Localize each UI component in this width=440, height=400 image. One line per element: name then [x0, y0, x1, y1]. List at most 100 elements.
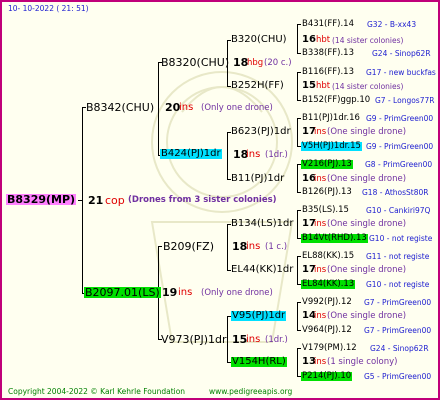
fm-id: B424(PJ)1dr [160, 148, 222, 159]
mother-node[interactable]: B2097.01(LS) [84, 287, 161, 298]
ancestor-note: G5 - PrimGreen00 [364, 372, 432, 381]
ancestor-note: G9 - PrimGreen00 [366, 114, 434, 123]
mmm-suffix: ins [314, 357, 327, 367]
queen-suffix: cop [105, 194, 125, 207]
ancestor-note: G24 - Sinop62R [372, 49, 431, 58]
ancestor-note: G10 - not registe [366, 280, 430, 289]
mfm-node[interactable]: EL44(KK)1dr [231, 265, 293, 275]
mm-node[interactable]: V973(PJ)1dr [161, 334, 226, 345]
connector [78, 200, 83, 201]
ancestor-note: G17 - new buckfas [366, 68, 436, 77]
connector [227, 316, 228, 362]
ancestor-node[interactable]: B116(FF).13 [302, 68, 354, 77]
fmm-note: (One single drone) [327, 174, 407, 184]
mm-suffix: ins [246, 334, 261, 345]
fm-note: (1dr.) [265, 150, 288, 160]
ancestor-node[interactable]: EL84(KK).13 [301, 279, 356, 289]
connector [297, 53, 301, 54]
ancestor-node[interactable]: V179(PM).12 [302, 344, 357, 353]
connector [297, 210, 298, 238]
fmm-suffix: ins [314, 174, 327, 184]
mmf-node[interactable]: V95(PJ)1dr [231, 311, 287, 321]
mf-note: (1 c.) [265, 242, 288, 252]
ancestor-node[interactable]: B338(FF).13 [302, 49, 354, 58]
connector [297, 72, 301, 73]
date-stamp: 10- 10-2022 ( 21: 51) [8, 4, 89, 13]
ancestor-note: G8 - PrimGreen00 [365, 160, 433, 169]
father-suffix: ins [179, 102, 194, 113]
connector [297, 24, 298, 53]
connector [227, 132, 228, 179]
ancestor-node[interactable]: B35(LS).15 [302, 206, 349, 215]
connector [297, 256, 298, 284]
connector [297, 348, 301, 349]
ancestor-node[interactable]: B126(PJ).13 [302, 188, 352, 197]
mmm-node[interactable]: V154H(RL) [231, 357, 287, 367]
ancestor-note: G10 - Cankiri97Q [366, 206, 431, 215]
fmm-node[interactable]: B11(PJ)1dr [231, 174, 284, 184]
mmm-note: (1 single colony) [327, 357, 398, 367]
mother-year: 19 [162, 286, 178, 299]
ancestor-note: G18 - AthosSt80R [362, 188, 429, 197]
mfm-suffix: ins [314, 265, 327, 275]
connector [297, 118, 298, 146]
fm-suffix: ins [246, 149, 261, 160]
ffm-year: 15 [302, 80, 316, 91]
ffm-note: (14 sister colonies) [332, 82, 404, 91]
ancestor-node[interactable]: V5H(PJ)1dr.15 [301, 142, 362, 151]
fff-note: (14 sister colonies) [332, 36, 404, 45]
mf-node[interactable]: B209(FZ) [163, 241, 214, 252]
mff-node[interactable]: B134(LS)1dr [231, 219, 294, 229]
connector [227, 224, 228, 270]
father-node[interactable]: B8342(CHU) [86, 102, 154, 113]
mff-suffix: ins [314, 219, 327, 229]
connector [297, 302, 298, 330]
mm-note: (1dr.) [265, 335, 288, 345]
ancestor-node[interactable]: V964(PJ).12 [302, 326, 352, 335]
connector [297, 192, 301, 193]
copyright-text: Copyright 2004-2022 © Karl Kehrle Founda… [8, 387, 186, 396]
mother-note: (Only one drone) [201, 288, 273, 298]
ancestor-node[interactable]: B431(FF).14 [302, 20, 354, 29]
ancestor-note: G9 - PrimGreen00 [366, 142, 434, 151]
ancestor-node[interactable]: B11(PJ)1dr.16 [302, 114, 360, 123]
ancestor-node[interactable]: V992(PJ).12 [302, 298, 352, 307]
ancestor-node[interactable]: V216(PJ).13 [301, 160, 353, 169]
website-link[interactable]: www.pedigreeapis.org [209, 388, 292, 396]
ancestor-note: G7 - PrimGreen00 [364, 326, 432, 335]
connector [297, 164, 298, 192]
ancestor-note: G24 - Sinop62R [370, 344, 429, 353]
connector [158, 62, 159, 155]
fmf-suffix: ins [314, 127, 327, 137]
mf-suffix: ins [246, 241, 261, 252]
ancestor-note: G7 - PrimGreen00 [364, 298, 432, 307]
fff-year: 16 [302, 34, 316, 45]
mmf-suffix: ins [314, 311, 327, 321]
connector [297, 24, 301, 25]
fmf-node[interactable]: B623(PJ)1dr [231, 127, 291, 137]
fm-node[interactable]: B424(PJ)1dr [160, 149, 222, 159]
ancestor-node[interactable]: EL88(KK).15 [302, 252, 354, 261]
connector [297, 72, 298, 100]
ancestor-node[interactable]: B152(FF)ggp.10 [302, 96, 370, 105]
queen-note: (Drones from 3 sister colonies) [128, 195, 277, 205]
ancestor-note: G32 - B-xx43 [367, 20, 417, 29]
ancestor-node[interactable]: B14Vt(RHD).13 [301, 234, 368, 243]
ancestor-node[interactable]: P214(PJ).10 [301, 372, 353, 381]
mmm-id: V154H(RL) [231, 356, 287, 367]
ffm-node[interactable]: B252H(FF) [231, 81, 284, 91]
ancestor-note: G7 - Longos77R [375, 96, 435, 105]
pedigree-chart: 10- 10-2022 ( 21: 51) B8329(MP) 21 cop (… [0, 0, 440, 400]
connector [297, 256, 301, 257]
fff-node[interactable]: B320(CHU) [231, 35, 287, 45]
mmf-note: (One single drone) [327, 311, 407, 321]
ancestor-note: G11 - not registe [366, 252, 430, 261]
connector [297, 330, 301, 331]
mff-note: (One single drone) [327, 219, 407, 229]
connector [297, 100, 301, 101]
ancestor-id: EL84(KK).13 [301, 279, 356, 289]
connector [297, 118, 301, 119]
queen-node[interactable]: B8329(MP) [6, 194, 77, 205]
ff-node[interactable]: B8320(CHU) [161, 57, 229, 68]
ancestor-note: G10 - not registe [369, 234, 433, 243]
